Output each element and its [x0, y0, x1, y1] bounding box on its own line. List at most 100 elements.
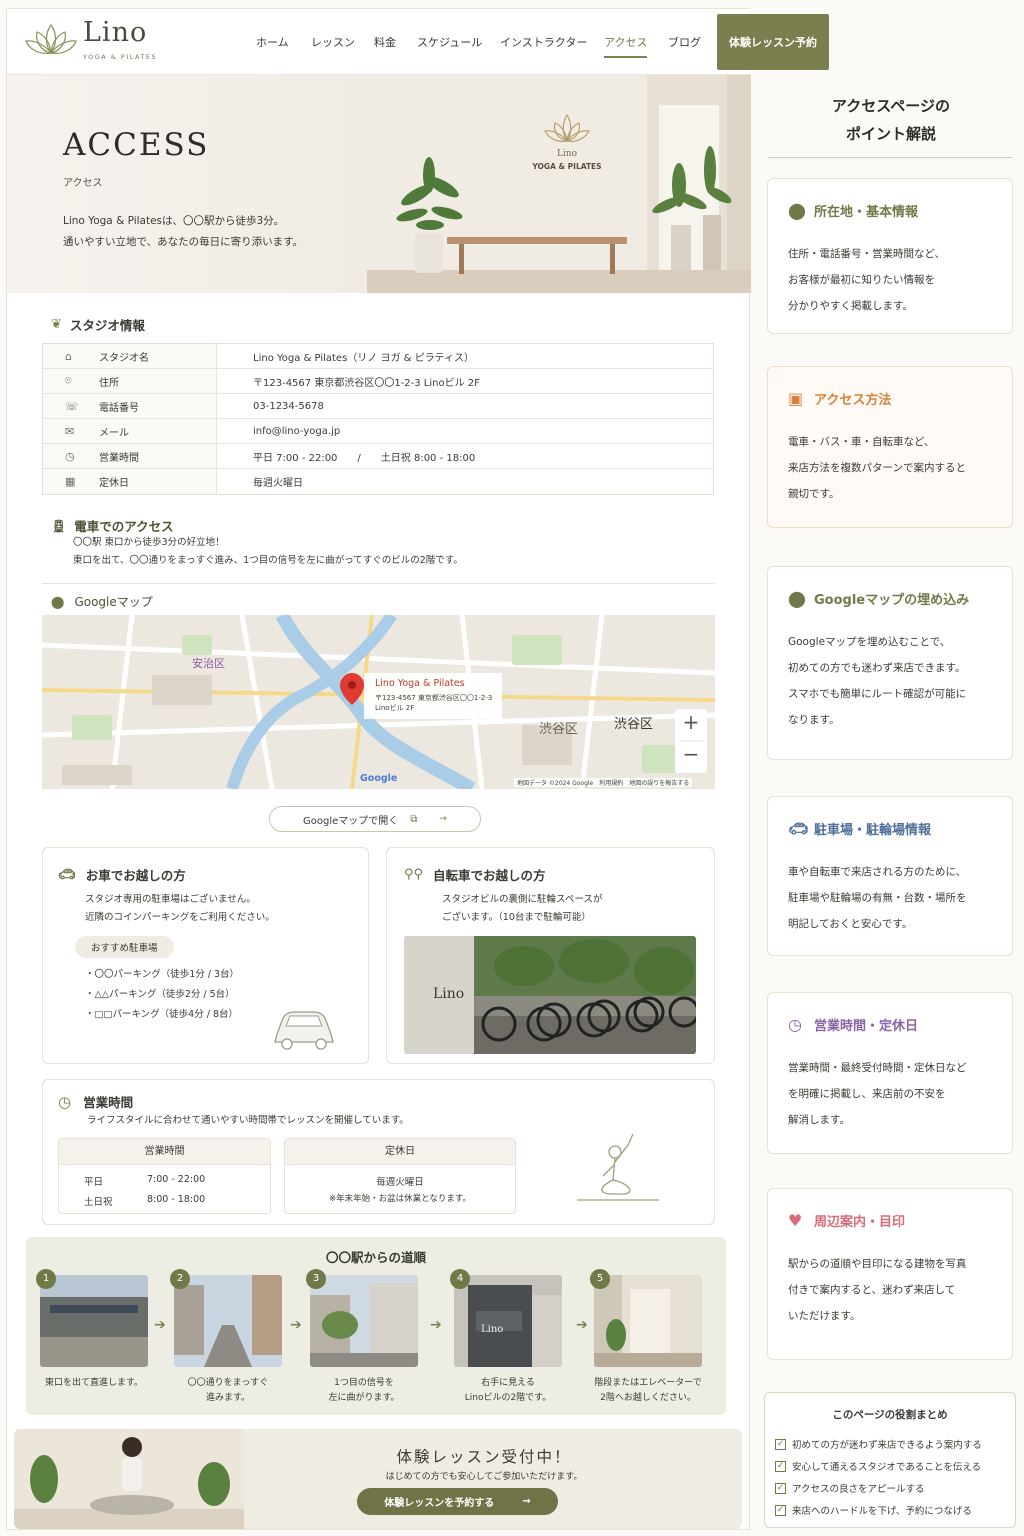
nav-lessons[interactable]: レッスン — [311, 34, 355, 50]
point-card-title: 駐車場・駐輪場情報 — [814, 823, 932, 838]
row-label: 営業時間 — [99, 452, 139, 464]
step-number: 3 — [306, 1269, 326, 1289]
point-card-line: 営業時間・最終受付時間・定休日など — [788, 1062, 967, 1074]
location-pin-icon: ⬤ — [788, 589, 806, 608]
bike-photo-sign: Lino — [433, 986, 465, 1002]
step-caption: 〇〇通りをまっすぐ 進みます。 — [174, 1376, 282, 1406]
step-caption-line: 階段またはエレベーターで — [594, 1378, 702, 1388]
bike-text-line: スタジオビルの裏側に駐輪スペースが — [442, 894, 603, 905]
checkbox-icon: ✓ — [775, 1460, 786, 1472]
hero-description: Lino Yoga & Pilatesは、〇〇駅から徒歩3分。 通いやすい立地で… — [63, 211, 303, 253]
nav-pricing[interactable]: 料金 — [374, 34, 396, 50]
open-google-maps-button[interactable]: Googleマップで開く ⧉ → — [269, 806, 481, 832]
step-number: 4 — [450, 1269, 470, 1289]
table-label-cell: ✉ メール — [43, 419, 217, 443]
point-card-access-method: ▣ アクセス方法 電車・バス・車・自転車など、 来店方法を複数パターンで案内すると… — [767, 366, 1013, 528]
location-icon: ⌾ — [65, 374, 72, 387]
banner-subtext: はじめての方でも安心してご参加いただけます。 — [385, 1472, 583, 1482]
point-card-location: ⬤ 所在地・基本情報 住所・電話番号・営業時間など、 お客様が最初に知りたい情報を… — [767, 178, 1013, 334]
divider — [42, 583, 715, 584]
map-zoom-out-button[interactable]: − — [679, 742, 703, 766]
summary-item: ✓ 来店へのハードルを下げ、予約につなげる — [775, 1503, 972, 1517]
hero-desc-line: 通いやすい立地で、あなたの毎日に寄り添います。 — [63, 236, 304, 248]
point-card-heading: ⬤ Googleマップの埋め込み — [788, 589, 969, 608]
access-page-mockup: Lino YOGA & PILATES ホーム レッスン 料金 スケジュール イ… — [6, 8, 829, 1530]
google-map-title: Googleマップ — [74, 595, 153, 609]
point-card-title: Googleマップの埋め込み — [814, 593, 970, 608]
open-google-maps-label: Googleマップで開く — [303, 815, 399, 827]
point-card-heading: ♥ 周辺案内・目印 — [788, 1211, 905, 1230]
point-card-line: 親切です。 — [788, 488, 840, 500]
step-caption: 1つ目の信号を 左に曲がります。 — [310, 1376, 418, 1406]
map-attribution[interactable]: 地図データ ©2024 Google 利用規約 地図の誤りを報告する — [514, 778, 693, 787]
table-row: ✉ メール info@lino-yoga.jp — [43, 419, 713, 444]
route-step: 3 1つ目の信号を 左に曲がります。 — [306, 1269, 418, 1406]
holiday-label: 土日祝 — [84, 1197, 113, 1208]
bicycle-access-card: ⚲⚲ 自転車でお越しの方 スタジオビルの裏側に駐輪スペースが ございます。（10… — [386, 847, 715, 1064]
checkbox-icon: ✓ — [775, 1438, 786, 1450]
car-illustration — [274, 1011, 334, 1050]
logo-text[interactable]: Lino — [83, 17, 147, 48]
car-icon: 🚗︎ — [788, 819, 809, 838]
row-value[interactable]: info@lino-yoga.jp — [217, 426, 340, 437]
bicycle-icon: ⚲⚲ — [404, 867, 424, 882]
google-logo: Google — [360, 773, 398, 784]
step-caption: 階段またはエレベーターで 2階へお越しください。 — [594, 1376, 702, 1406]
book-trial-lesson-button[interactable]: 体験レッスンを予約する → — [357, 1488, 558, 1515]
point-card-parking: 🚗︎ 駐車場・駐輪場情報 車や自転車で来店される方のために、 駐車場や駐輪場の有無… — [767, 796, 1013, 956]
step-caption-line: 〇〇通りをまっすぐ — [187, 1378, 269, 1388]
bicycle-access-heading: ⚲⚲ 自転車でお越しの方 — [404, 865, 546, 884]
point-card-text: 営業時間・最終受付時間・定休日など を明確に掲載し、来店前の不安を 解消します。 — [788, 1055, 967, 1133]
point-card-text: 住所・電話番号・営業時間など、 お客様が最初に知りたい情報を 分かりやすく掲載し… — [788, 241, 945, 319]
site-header: Lino YOGA & PILATES ホーム レッスン 料金 スケジュール イ… — [7, 9, 829, 75]
map-pin-address: Linoビル 2F — [375, 704, 415, 712]
summary-item-text: 安心して通えるスタジオであることを伝える — [792, 1462, 982, 1473]
weekday-label: 平日 — [84, 1177, 104, 1188]
location-pin-icon: ⬤ — [51, 594, 65, 609]
nav-access[interactable]: アクセス — [604, 34, 648, 58]
route-step: 5 階段またはエレベーターで 2階へお越しください。 — [590, 1269, 702, 1406]
step-caption-line: Linoビルの2階です。 — [464, 1393, 552, 1403]
step-caption-line: 左に曲がります。 — [328, 1393, 400, 1403]
arrow-right-icon: → — [439, 814, 447, 824]
point-card-line: Googleマップを埋め込むことで、 — [788, 636, 951, 648]
nav-blog[interactable]: ブログ — [668, 34, 701, 50]
summary-item: ✓ 安心して通えるスタジオであることを伝える — [775, 1459, 981, 1473]
hours-heading: ◷ 営業時間 — [58, 1092, 133, 1111]
step-caption-line: 右手に見える — [481, 1378, 535, 1388]
yoga-pose-illustration — [577, 1133, 659, 1201]
checkbox-icon: ✓ — [775, 1482, 786, 1494]
book-trial-label: 体験レッスンを予約する — [384, 1498, 495, 1509]
studio-icon: ⌂ — [65, 349, 72, 363]
arrow-right-icon: ➔ — [430, 1317, 442, 1333]
row-value: Lino Yoga & Pilates（リノ ヨガ & ピラティス） — [253, 352, 475, 364]
nav-home[interactable]: ホーム — [256, 34, 289, 50]
point-card-text: 電車・バス・車・自転車など、 来店方法を複数パターンで案内すると 親切です。 — [788, 429, 966, 507]
car-text-line: 近隣のコインパーキングをご利用ください。 — [85, 912, 275, 923]
table-row: ⌾ 住所 〒123-4567 東京都渋谷区〇〇1-2-3 Linoビル 2F — [43, 369, 713, 394]
point-card-line: お客様が最初に知りたい情報を — [788, 274, 935, 286]
closed-day-note: ※年末年始・お盆は休業となります。 — [328, 1194, 472, 1204]
nav-schedule[interactable]: スケジュール — [417, 34, 482, 50]
train-icon: ▣ — [788, 389, 804, 408]
step-photo — [454, 1275, 562, 1367]
train-line-1: 〇〇駅 東口から徒歩3分の好立地！ — [73, 537, 225, 548]
closed-day-table: 定休日 毎週火曜日 ※年末年始・お盆は休業となります。 — [284, 1138, 516, 1214]
holiday-hours: 8:00 - 18:00 — [147, 1194, 206, 1205]
nav-instructors[interactable]: インストラクター — [500, 34, 587, 50]
page-subtitle: アクセス — [63, 178, 103, 189]
point-card-heading: ▣ アクセス方法 — [788, 389, 891, 408]
row-value[interactable]: 03-1234-5678 — [217, 401, 324, 412]
row-label: 定休日 — [99, 478, 129, 489]
table-label-cell: ▦ 定休日 — [43, 469, 217, 494]
point-card-text: 車や自転車で来店される方のために、 駐車場や駐輪場の有無・台数・場所を 明記して… — [788, 859, 967, 937]
clock-icon: ◷ — [65, 449, 75, 463]
closed-day-header: 定休日 — [285, 1139, 515, 1165]
google-map-embed[interactable]: Lino Yoga & Pilates 〒123-4567 東京都渋谷区〇〇1-… — [42, 615, 715, 789]
table-label-cell: ⌂ スタジオ名 — [43, 344, 217, 368]
map-zoom-in-button[interactable]: + — [679, 710, 703, 734]
step-caption-line: 東口を出て直進します。 — [44, 1378, 144, 1388]
lotus-logo-icon[interactable] — [25, 23, 77, 59]
phone-icon: ☏ — [65, 399, 79, 413]
step-caption-line: 1つ目の信号を — [334, 1378, 394, 1388]
